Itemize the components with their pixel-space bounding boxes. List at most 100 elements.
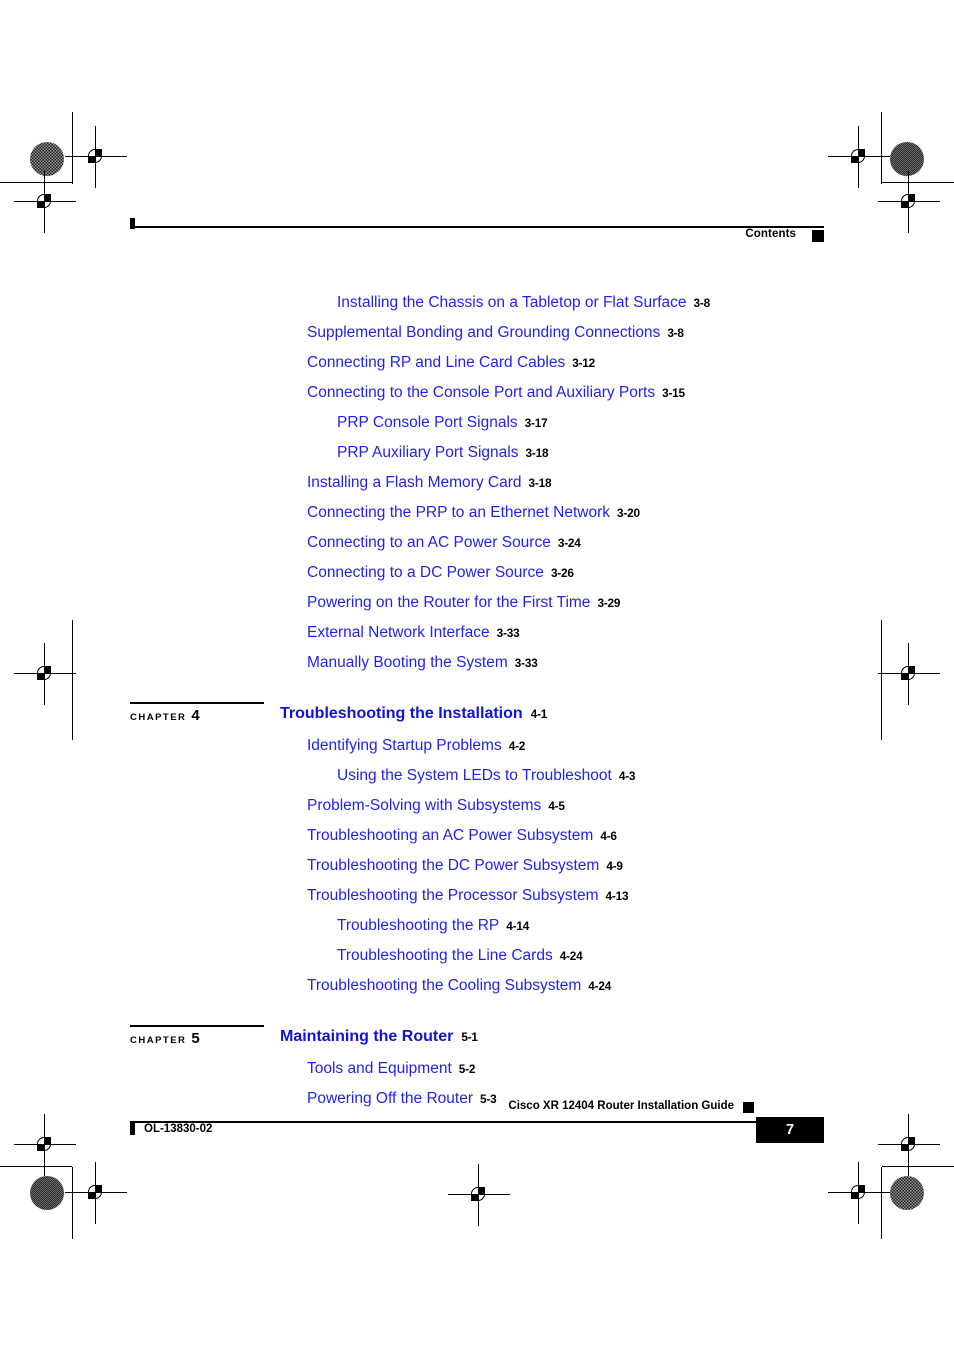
toc-entry[interactable]: Troubleshooting the RP 4-14 xyxy=(337,911,824,941)
toc-entry-title: Troubleshooting an AC Power Subsystem xyxy=(307,827,594,844)
registration-target-left-upper xyxy=(14,171,76,233)
chapter-tag-number: 5 xyxy=(191,1029,200,1047)
toc-entry-page: 3-29 xyxy=(597,596,621,610)
footer-guide-title: Cisco XR 12404 Router Installation Guide xyxy=(508,1100,734,1112)
toc-entry-page: 3-12 xyxy=(572,356,596,370)
toc-entry[interactable]: Connecting RP and Line Card Cables 3-12 xyxy=(307,348,824,378)
toc-entry-page: 4-3 xyxy=(618,769,636,783)
trim-mark-right-middle xyxy=(881,620,883,740)
toc-entry-title: Connecting to a DC Power Source xyxy=(307,564,544,581)
registration-target-right-upper xyxy=(878,171,940,233)
toc-entry[interactable]: Installing the Chassis on a Tabletop or … xyxy=(337,288,824,318)
toc-entry-page: 4-24 xyxy=(559,949,583,963)
toc-entry-page: 3-8 xyxy=(667,326,684,340)
toc-entry-page: 3-18 xyxy=(525,446,549,460)
toc-entry[interactable]: Manually Booting the System 3-33 xyxy=(307,648,824,678)
toc-entry-page: 4-2 xyxy=(508,739,526,753)
page-footer: Cisco XR 12404 Router Installation Guide… xyxy=(130,1100,824,1160)
halftone-circle-bottom-right xyxy=(890,1176,924,1210)
toc-entry[interactable]: Connecting to an AC Power Source 3-24 xyxy=(307,528,824,558)
toc-entry-page: 3-20 xyxy=(617,506,640,520)
chapter-tag-number: 4 xyxy=(191,706,200,724)
chapter-title[interactable]: Troubleshooting the Installation 4-1 xyxy=(280,702,824,726)
toc-entry-page: 4-14 xyxy=(506,919,530,933)
trim-mark-left-top-horizontal xyxy=(0,182,72,184)
trim-mark-right-bottom-horizontal xyxy=(882,1166,954,1168)
toc-entry-title: Connecting RP and Line Card Cables xyxy=(307,354,566,371)
trim-mark-right-top-horizontal xyxy=(882,182,954,184)
toc-entry[interactable]: External Network Interface 3-33 xyxy=(307,618,824,648)
toc-section-chapter3-continued: Installing the Chassis on a Tabletop or … xyxy=(130,288,824,678)
toc-entry-title: Supplemental Bonding and Grounding Conne… xyxy=(307,324,661,341)
toc-entry-title: Tools and Equipment xyxy=(307,1060,452,1077)
chapter-title-page: 5-1 xyxy=(461,1030,478,1044)
toc-entry[interactable]: PRP Console Port Signals 3-17 xyxy=(337,408,824,438)
toc-entry[interactable]: Troubleshooting an AC Power Subsystem 4-6 xyxy=(307,821,824,851)
toc-entry-title: PRP Auxiliary Port Signals xyxy=(337,444,519,461)
halftone-circle-bottom-left xyxy=(30,1176,64,1210)
page-number: 7 xyxy=(785,1121,795,1138)
toc-entry[interactable]: Connecting to the Console Port and Auxil… xyxy=(307,378,824,408)
toc-entry-page: 3-18 xyxy=(528,476,552,490)
toc-entry[interactable]: Connecting the PRP to an Ethernet Networ… xyxy=(307,498,824,528)
toc-entry-title: Identifying Startup Problems xyxy=(307,737,502,754)
toc-entry-page: 4-6 xyxy=(600,829,617,843)
toc-entry[interactable]: Problem-Solving with Subsystems 4-5 xyxy=(307,791,824,821)
toc-entry[interactable]: Troubleshooting the Processor Subsystem 4… xyxy=(307,881,824,911)
registration-target-bottom-center xyxy=(448,1164,510,1226)
trim-mark-bottom-left-vertical xyxy=(72,1167,74,1239)
toc-entry-title: Connecting to the Console Port and Auxil… xyxy=(307,384,656,401)
toc-entry-title: Troubleshooting the Processor Subsystem xyxy=(307,887,599,904)
registration-target-top-right xyxy=(828,126,890,188)
toc-entry-page: 3-24 xyxy=(557,536,581,550)
table-of-contents: Installing the Chassis on a Tabletop or … xyxy=(130,288,824,1114)
chapter-tag-label: CHAPTER xyxy=(130,1034,187,1046)
toc-entry[interactable]: Powering on the Router for the First Tim… xyxy=(307,588,824,618)
footer-rule-endcap xyxy=(130,1122,135,1135)
toc-entry-title: Using the System LEDs to Troubleshoot xyxy=(337,767,612,784)
toc-entry-page: 3-15 xyxy=(662,386,685,400)
toc-entry-page: 4-24 xyxy=(588,979,612,993)
toc-entry-title: External Network Interface xyxy=(307,624,490,641)
toc-entry[interactable]: Troubleshooting the Cooling Subsystem 4-2… xyxy=(307,971,824,1001)
halftone-circle-top-left xyxy=(30,142,64,176)
header-rule xyxy=(130,226,824,229)
toc-entry-title: Installing a Flash Memory Card xyxy=(307,474,522,491)
chapter-title-page: 4-1 xyxy=(530,707,548,721)
toc-entry-page: 4-13 xyxy=(605,889,629,903)
chapter-title[interactable]: Maintaining the Router 5-1 xyxy=(280,1025,824,1049)
registration-target-left-lower xyxy=(14,1114,76,1176)
halftone-circle-top-right xyxy=(890,142,924,176)
toc-entry-title: Troubleshooting the Line Cards xyxy=(337,947,553,964)
toc-entry[interactable]: Identifying Startup Problems 4-2 xyxy=(307,731,824,761)
toc-entry[interactable]: Troubleshooting the DC Power Subsystem 4-… xyxy=(307,851,824,881)
toc-entry-title: Troubleshooting the Cooling Subsystem xyxy=(307,977,582,994)
toc-entry-page: 4-5 xyxy=(548,799,565,813)
toc-entry[interactable]: Installing a Flash Memory Card 3-18 xyxy=(307,468,824,498)
trim-mark-top-right-vertical xyxy=(881,112,883,184)
chapter-title-text: Troubleshooting the Installation xyxy=(280,705,523,722)
chapter-tag: CHAPTER 4 xyxy=(130,702,264,725)
toc-entry-page: 3-33 xyxy=(514,656,538,670)
toc-entry-title: Connecting to an AC Power Source xyxy=(307,534,551,551)
registration-target-top-left xyxy=(65,126,127,188)
trim-mark-bottom-right-vertical xyxy=(881,1167,883,1239)
page-content: Contents Installing the Chassis on a Tab… xyxy=(130,212,824,1114)
header-label: Contents xyxy=(745,228,796,240)
header-square-marker xyxy=(812,230,824,242)
registration-target-right-middle xyxy=(878,643,940,705)
registration-target-bottom-left xyxy=(65,1162,127,1224)
toc-entry-page: 3-8 xyxy=(693,296,711,310)
toc-entry[interactable]: Using the System LEDs to Troubleshoot 4-3 xyxy=(337,761,824,791)
toc-entry-page: 3-17 xyxy=(524,416,548,430)
toc-entry-title: Connecting the PRP to an Ethernet Networ… xyxy=(307,504,610,521)
toc-entry[interactable]: Supplemental Bonding and Grounding Conne… xyxy=(307,318,824,348)
footer-rule xyxy=(130,1121,824,1124)
toc-entry[interactable]: Troubleshooting the Line Cards 4-24 xyxy=(337,941,824,971)
toc-entry[interactable]: Connecting to a DC Power Source 3-26 xyxy=(307,558,824,588)
toc-entry[interactable]: Tools and Equipment 5-2 xyxy=(307,1054,824,1084)
toc-entry-page: 3-33 xyxy=(496,626,520,640)
chapter-entries: Identifying Startup Problems 4-2 Using the… xyxy=(130,731,824,1001)
toc-entry[interactable]: PRP Auxiliary Port Signals 3-18 xyxy=(337,438,824,468)
chapter-tag-label: CHAPTER xyxy=(130,711,187,723)
